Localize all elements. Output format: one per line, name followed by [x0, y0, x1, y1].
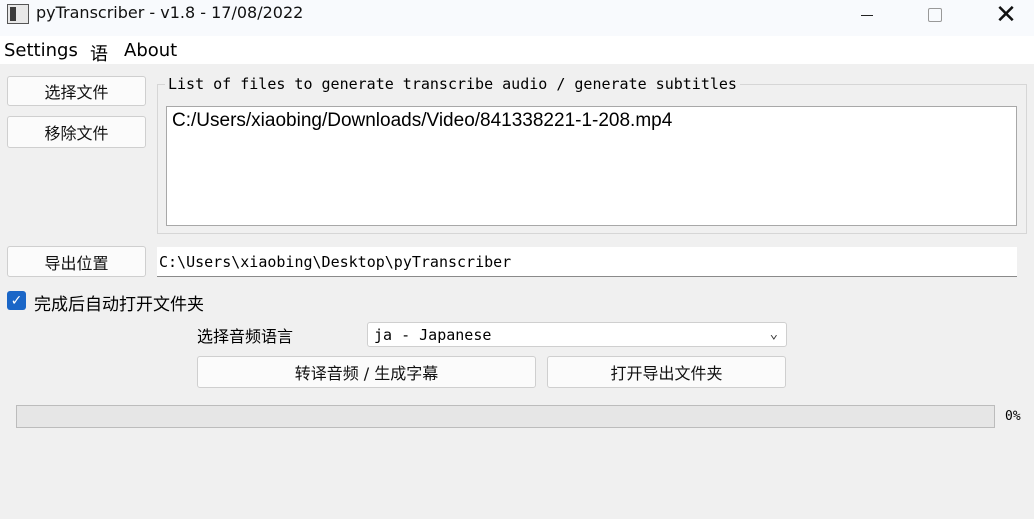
progress-percent: 0% [1005, 409, 1021, 424]
file-list[interactable]: C:/Users/xiaobing/Downloads/Video/841338… [166, 106, 1017, 226]
window-title: pyTranscriber - v1.8 - 17/08/2022 [36, 3, 304, 22]
language-select-value: ja - Japanese [374, 326, 492, 344]
chevron-down-icon: ⌄ [769, 326, 778, 342]
output-path-field[interactable]: C:\Users\xiaobing\Desktop\pyTranscriber [157, 247, 1017, 277]
minimize-icon [861, 14, 873, 16]
app-icon [7, 4, 29, 24]
output-location-button[interactable]: 导出位置 [7, 246, 146, 277]
language-select[interactable]: ja - Japanese ⌄ [367, 322, 787, 347]
menu-bar: Settings 语 About [0, 36, 1034, 66]
minimize-button[interactable] [844, 0, 890, 30]
maximize-button[interactable] [912, 0, 958, 30]
select-files-button[interactable]: 选择文件 [7, 76, 146, 106]
checkmark-icon: ✓ [10, 292, 23, 309]
menu-about[interactable]: About [124, 40, 177, 61]
transcribe-button[interactable]: 转译音频 / 生成字幕 [197, 356, 536, 388]
remove-files-button[interactable]: 移除文件 [7, 116, 146, 148]
file-list-group-title: List of files to generate transcribe aud… [165, 75, 740, 93]
menu-settings[interactable]: Settings [4, 40, 78, 61]
language-label: 选择音频语言 [197, 327, 294, 346]
close-icon: ✕ [995, 0, 1017, 30]
maximize-icon [928, 8, 942, 22]
progress-bar [16, 405, 995, 428]
auto-open-checkbox[interactable]: ✓ [7, 291, 26, 310]
close-button[interactable]: ✕ [983, 0, 1029, 30]
list-item[interactable]: C:/Users/xiaobing/Downloads/Video/841338… [172, 110, 672, 132]
menu-language[interactable]: 语 [90, 40, 108, 66]
open-output-folder-button[interactable]: 打开导出文件夹 [547, 356, 786, 388]
title-bar: pyTranscriber - v1.8 - 17/08/2022 ✕ [0, 0, 1034, 36]
auto-open-label[interactable]: 完成后自动打开文件夹 [34, 290, 204, 315]
